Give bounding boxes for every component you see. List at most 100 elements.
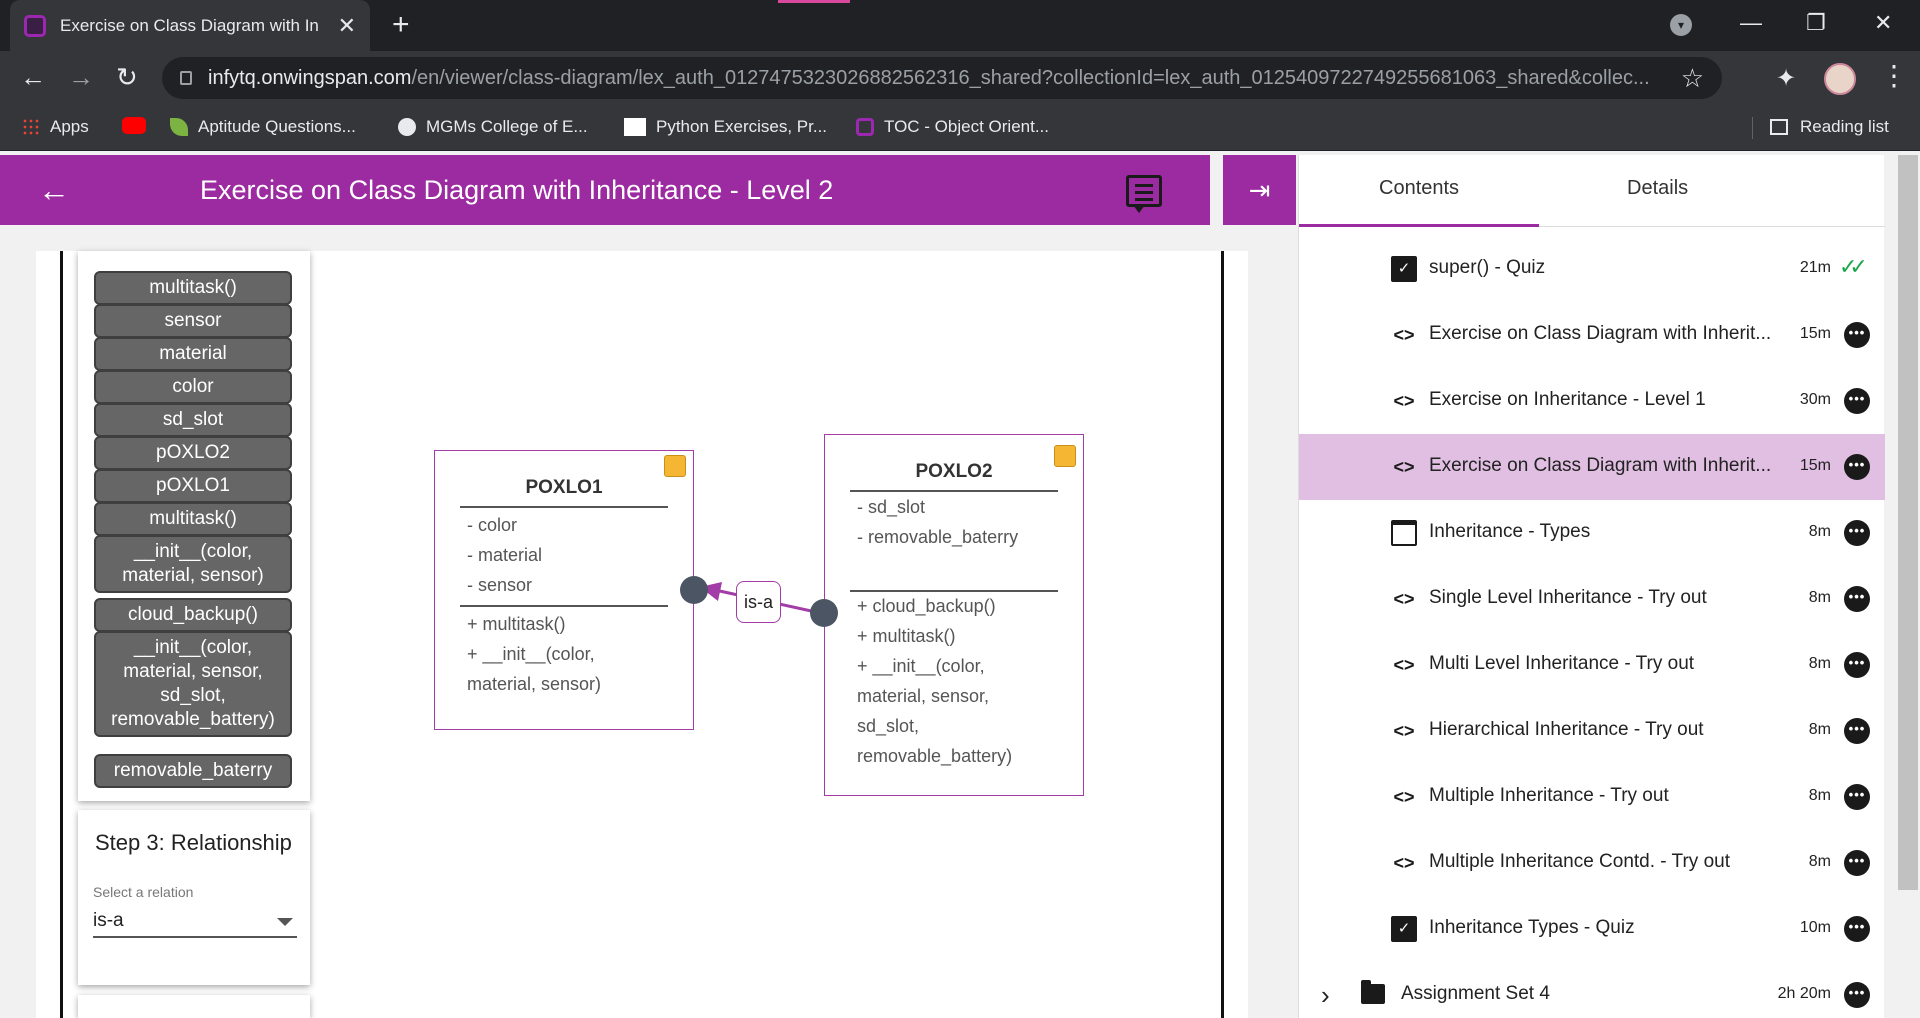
bookmark-star-icon[interactable]: ☆ [1681, 63, 1704, 94]
url-path: /en/viewer/class-diagram/lex_auth_012747… [411, 66, 1650, 89]
select-value: is-a [93, 910, 124, 931]
reading-list-button[interactable]: Reading list [1770, 117, 1889, 137]
browser-tab-strip: Exercise on Class Diagram with In ✕ + ▾ … [0, 0, 1920, 51]
discussion-icon[interactable] [1126, 175, 1162, 213]
tab-contents[interactable]: Contents [1379, 177, 1459, 200]
code-icon: <> [1393, 589, 1415, 609]
content-item[interactable]: <> Exercise on Inheritance - Level 1 30m… [1299, 368, 1885, 434]
more-options-icon[interactable]: ••• [1844, 850, 1870, 876]
more-options-icon[interactable]: ••• [1844, 784, 1870, 810]
content-item[interactable]: ✓ super() - Quiz 21m ✓✓ [1299, 236, 1885, 302]
more-options-icon[interactable]: ••• [1844, 520, 1870, 546]
relation-label[interactable]: is-a [736, 581, 781, 623]
restore-icon[interactable]: ❐ [1806, 10, 1826, 36]
folder-icon [1361, 980, 1385, 1004]
bookmark-mgm[interactable]: MGMs College of E... [398, 117, 588, 137]
uml-class-poxlo2[interactable]: POXLO2 - sd_slot - removable_baterry + c… [824, 434, 1084, 796]
browser-menu-icon[interactable]: ⋮ [1880, 59, 1908, 92]
w3r-icon [624, 118, 646, 136]
content-item[interactable]: <> Multi Level Inheritance - Try out 8m … [1299, 632, 1885, 698]
more-options-icon[interactable]: ••• [1844, 322, 1870, 348]
class-attribute: - removable_baterry [857, 527, 1019, 547]
palette-chip[interactable]: multitask() [94, 271, 292, 305]
palette-chip[interactable]: pOXLO2 [94, 436, 292, 470]
source-anchor[interactable] [680, 576, 708, 604]
back-arrow-icon[interactable]: ← [38, 173, 70, 207]
palette-chip[interactable]: pOXLO1 [94, 469, 292, 503]
tab-search-icon[interactable]: ▾ [1670, 14, 1692, 36]
class-name: POXLO1 [525, 477, 603, 498]
palette-chip[interactable]: cloud_backup() [94, 598, 292, 632]
more-options-icon[interactable]: ••• [1844, 652, 1870, 678]
bookmark-label: Apps [50, 117, 89, 136]
profile-avatar[interactable] [1824, 63, 1856, 95]
tab-details[interactable]: Details [1627, 177, 1688, 200]
extensions-puzzle-icon[interactable]: ✦ [1776, 64, 1796, 93]
item-duration: 30m [1799, 391, 1831, 408]
palette-chip[interactable]: material [94, 337, 292, 371]
bookmark-aptitude[interactable]: Aptitude Questions... [170, 117, 356, 137]
item-title: Exercise on Class Diagram with Inherit..… [1429, 323, 1772, 344]
more-options-icon[interactable]: ••• [1844, 916, 1870, 942]
content-item[interactable]: Inheritance - Types 8m ••• [1299, 500, 1885, 566]
note-flag-icon[interactable] [664, 455, 686, 477]
bookmark-label: MGMs College of E... [426, 117, 588, 136]
item-title: Exercise on Class Diagram with Inherit..… [1429, 455, 1772, 476]
more-options-icon[interactable]: ••• [1844, 586, 1870, 612]
new-tab-icon[interactable]: + [392, 10, 410, 40]
item-title: Hierarchical Inheritance - Try out [1429, 719, 1704, 740]
close-tab-icon[interactable]: ✕ [338, 13, 356, 39]
folder-title: Assignment Set 4 [1401, 983, 1550, 1004]
reading-list-label: Reading list [1800, 117, 1889, 136]
class-method: + __init__(color, [857, 656, 985, 676]
bookmark-label: Python Exercises, Pr... [656, 117, 828, 136]
bookmark-w3resource[interactable]: Python Exercises, Pr... [624, 117, 827, 137]
palette-chip[interactable]: __init__(color, material, sensor) [94, 535, 292, 593]
close-window-icon[interactable]: ✕ [1874, 10, 1892, 36]
more-options-icon[interactable]: ••• [1844, 454, 1870, 480]
more-options-icon[interactable]: ••• [1844, 718, 1870, 744]
class-divider [460, 605, 668, 607]
class-method: + multitask() [467, 614, 566, 634]
palette-chip[interactable]: sd_slot [94, 403, 292, 437]
content-item[interactable]: <> Hierarchical Inheritance - Try out 8m… [1299, 698, 1885, 764]
bookmark-toc[interactable]: TOC - Object Orient... [856, 117, 1049, 137]
chevron-right-icon[interactable]: › [1321, 980, 1330, 1011]
palette-chip[interactable]: sensor [94, 304, 292, 338]
item-title: Multi Level Inheritance - Try out [1429, 653, 1695, 674]
content-item[interactable]: <> Single Level Inheritance - Try out 8m… [1299, 566, 1885, 632]
palette-chip[interactable]: removable_baterry [94, 754, 292, 788]
collapse-panel-icon[interactable]: ⇥ [1223, 155, 1296, 225]
reload-icon[interactable]: ↻ [116, 63, 138, 91]
content-item[interactable]: ✓ Inheritance Types - Quiz 10m ••• [1299, 896, 1885, 962]
content-item[interactable]: <> Multiple Inheritance Contd. - Try out… [1299, 830, 1885, 896]
quiz-clipboard-icon: ✓ [1391, 916, 1417, 942]
address-bar[interactable]: infytq.onwingspan.com /en/viewer/class-d… [162, 57, 1722, 99]
more-options-icon[interactable]: ••• [1844, 388, 1870, 414]
minimize-icon[interactable]: — [1740, 10, 1762, 36]
folder-item[interactable]: › Assignment Set 4 2h 20m ••• [1299, 962, 1885, 1018]
item-duration: 15m [1799, 325, 1831, 342]
bookmark-youtube[interactable] [122, 117, 156, 134]
bookmark-apps[interactable]: Apps [22, 117, 89, 137]
content-item-active[interactable]: <> Exercise on Class Diagram with Inheri… [1299, 434, 1885, 500]
content-item[interactable]: <> Multiple Inheritance - Try out 8m ••• [1299, 764, 1885, 830]
palette-chip[interactable]: __init__(color, material, sensor, sd_slo… [94, 631, 292, 737]
content-item[interactable]: <> Exercise on Class Diagram with Inheri… [1299, 302, 1885, 368]
forward-icon[interactable]: → [68, 63, 94, 91]
side-scrollbar-thumb[interactable] [1898, 155, 1918, 890]
back-icon[interactable]: ← [20, 63, 46, 91]
content-side-panel: Contents Details ✓ super() - Quiz 21m ✓✓… [1298, 155, 1885, 1018]
palette-chip[interactable]: multitask() [94, 502, 292, 536]
palette-chip[interactable]: color [94, 370, 292, 404]
target-anchor[interactable] [810, 599, 838, 627]
uml-class-poxlo1[interactable]: POXLO1 - color - material - sensor + mul… [434, 450, 694, 730]
class-method: material, sensor) [467, 674, 602, 694]
bookmark-separator [1752, 117, 1753, 139]
relation-select[interactable]: is-a [93, 908, 297, 938]
class-method: + cloud_backup() [857, 596, 996, 616]
more-options-icon[interactable]: ••• [1844, 982, 1870, 1008]
select-label: Select a relation [93, 884, 194, 900]
browser-tab[interactable]: Exercise on Class Diagram with In ✕ [10, 0, 370, 51]
item-duration: 8m [1808, 589, 1831, 606]
